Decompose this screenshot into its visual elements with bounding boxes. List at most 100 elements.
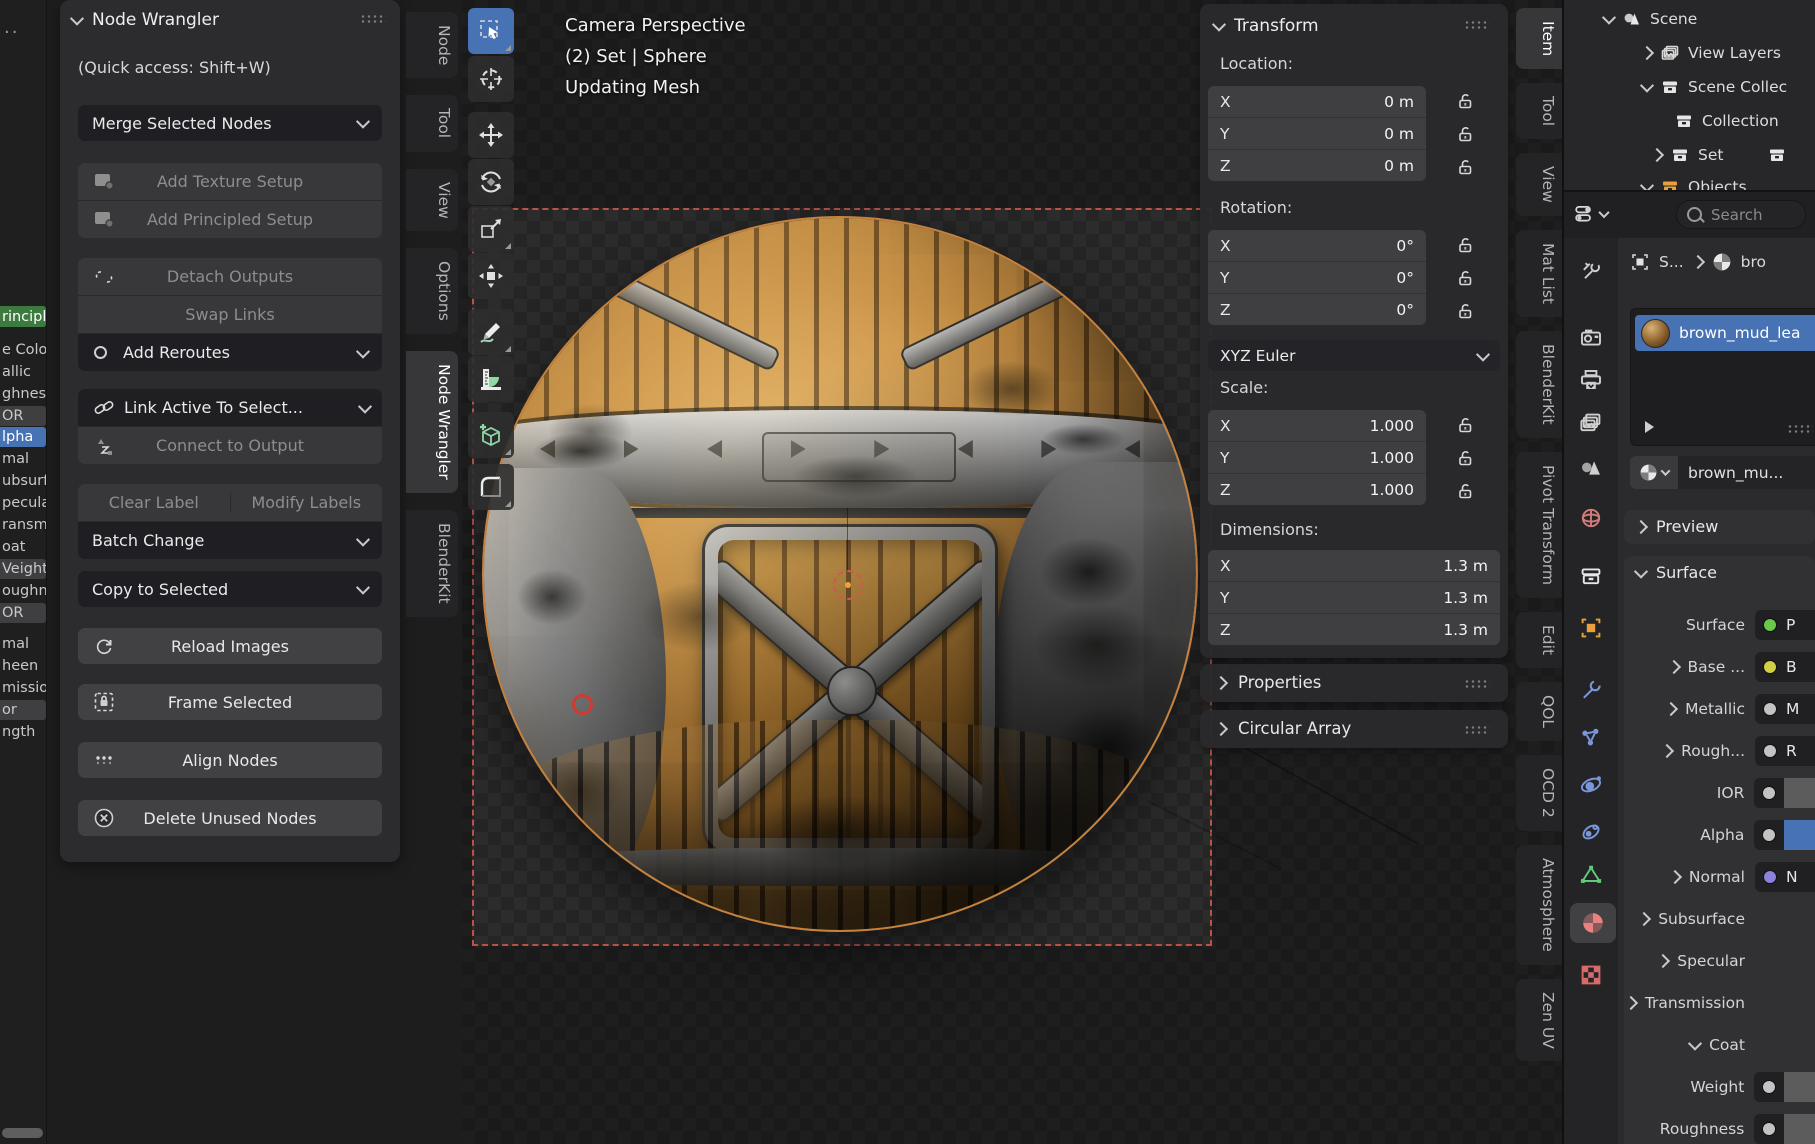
move-tool-button[interactable] — [468, 112, 514, 158]
rotate-tool-button[interactable] — [468, 159, 514, 205]
expander-icon[interactable] — [1688, 1037, 1702, 1051]
node-socket-label[interactable]: oat — [0, 536, 46, 558]
value-field[interactable] — [1784, 1114, 1815, 1144]
rotation-mode-dropdown[interactable]: XYZ Euler — [1208, 340, 1500, 371]
n-panel-tab[interactable]: Edit — [1516, 612, 1562, 668]
connect-to-output-button[interactable]: Connect to Output — [78, 426, 382, 464]
node-socket-label[interactable]: pecular — [0, 492, 46, 514]
tab-scene[interactable] — [1576, 453, 1606, 483]
node-socket-label[interactable]: OR — [0, 406, 46, 426]
node-editor-scrollbar[interactable] — [2, 1128, 43, 1138]
search-input[interactable] — [1709, 205, 1793, 225]
n-panel-tab[interactable]: Pivot Transform — [1516, 452, 1562, 598]
node-socket-label[interactable]: ubsurfa — [0, 470, 46, 492]
outliner-row-collection[interactable]: Collection — [1674, 106, 1779, 136]
n-panel-tab[interactable]: QOL — [1516, 682, 1562, 741]
detach-outputs-button[interactable]: Detach Outputs — [78, 258, 382, 295]
node-socket-label[interactable] — [0, 624, 46, 633]
surface-property-row[interactable]: Subsurface — [1624, 898, 1815, 940]
rounded-corner-tool-button[interactable] — [468, 464, 514, 510]
align-nodes-button[interactable]: Align Nodes — [78, 742, 382, 778]
surface-property-row[interactable]: Surface P — [1624, 604, 1815, 646]
material-slot-selected[interactable]: brown_mud_lea — [1635, 315, 1815, 351]
surface-property-row[interactable]: Normal N — [1624, 856, 1815, 898]
select-box-tool-button[interactable] — [468, 8, 514, 54]
location-value-slider[interactable]: Z0 m — [1208, 149, 1426, 181]
modify-labels-button[interactable]: Modify Labels — [230, 493, 383, 512]
tab-collection[interactable] — [1576, 561, 1606, 591]
value-field[interactable] — [1784, 820, 1815, 850]
expander-icon[interactable] — [1664, 702, 1678, 716]
reload-images-button[interactable]: Reload Images — [78, 628, 382, 664]
sidebar-tab[interactable]: BlenderKit — [406, 510, 458, 617]
material-slot-list[interactable]: brown_mud_lea — [1630, 308, 1815, 446]
add-principled-setup-button[interactable]: Add Principled Setup — [78, 200, 382, 238]
location-value-slider[interactable]: X0 m — [1208, 86, 1426, 117]
socket-dot-icon[interactable] — [1763, 618, 1777, 632]
tab-particles[interactable] — [1576, 723, 1606, 753]
node-socket-label[interactable]: rincipled — [0, 306, 46, 327]
unlock-icon[interactable] — [1456, 302, 1474, 320]
tab-object-data[interactable] — [1576, 860, 1606, 890]
surface-property-row[interactable]: Rough... R — [1624, 730, 1815, 772]
location-value-slider[interactable]: Y0 m — [1208, 117, 1426, 149]
socket-dot-icon[interactable] — [1763, 744, 1777, 758]
expander-icon[interactable] — [1624, 996, 1638, 1010]
value-field[interactable] — [1784, 1072, 1815, 1102]
preview-panel[interactable]: Preview — [1624, 510, 1815, 544]
node-socket-label[interactable]: mal — [0, 633, 46, 655]
circular-array-collapsed-panel[interactable]: Circular Array — [1200, 710, 1508, 748]
annotate-tool-button[interactable] — [468, 309, 514, 355]
expander-icon[interactable] — [1666, 660, 1680, 674]
n-panel-tab[interactable]: Mat List — [1516, 230, 1562, 317]
tab-material[interactable] — [1570, 903, 1616, 943]
tab-constraints[interactable] — [1576, 817, 1606, 847]
unlock-icon[interactable] — [1456, 269, 1474, 287]
expander-icon[interactable] — [1637, 912, 1651, 926]
measure-tool-button[interactable] — [468, 356, 514, 402]
n-panel-tab[interactable]: Tool — [1516, 83, 1562, 139]
link-active-to-selected-dropdown[interactable]: Link Active To Select... — [78, 389, 382, 426]
surface-property-row[interactable]: Coat — [1624, 1024, 1815, 1066]
node-socket-label[interactable]: ghness — [0, 383, 46, 405]
tab-tool[interactable] — [1576, 256, 1606, 286]
surface-property-row[interactable]: Metallic M — [1624, 688, 1815, 730]
breadcrumb-object[interactable]: S... — [1659, 253, 1684, 271]
scale-value-slider[interactable]: Y1.000 — [1208, 441, 1426, 473]
material-name-field[interactable]: brown_mu... — [1678, 456, 1815, 489]
slot-specials-icon[interactable] — [1645, 421, 1654, 433]
outliner-row-scene-collection[interactable]: Scene Collec — [1642, 72, 1787, 102]
batch-change-dropdown[interactable]: Batch Change — [78, 521, 382, 559]
merge-selected-nodes-dropdown[interactable]: Merge Selected Nodes — [78, 105, 382, 141]
unlock-icon[interactable] — [1456, 416, 1474, 434]
node-socket-label[interactable]: lpha — [0, 427, 46, 447]
clear-label-button[interactable]: Clear Label — [78, 493, 230, 512]
outliner-row-scene[interactable]: Scene — [1604, 4, 1697, 34]
tab-output[interactable] — [1576, 365, 1606, 395]
expander-icon[interactable] — [1660, 744, 1674, 758]
surface-property-row[interactable]: Roughness — [1624, 1108, 1815, 1144]
node-socket-label[interactable]: e Color — [0, 339, 46, 361]
rotation-value-slider[interactable]: Y0° — [1208, 261, 1426, 293]
node-socket-label[interactable]: or — [0, 700, 46, 720]
surface-property-row[interactable]: IOR — [1624, 772, 1815, 814]
scale-tool-button[interactable] — [468, 206, 514, 252]
properties-collapsed-panel[interactable]: Properties — [1200, 664, 1508, 702]
dimension-value-slider[interactable]: Y1.3 m — [1208, 581, 1500, 613]
expander-icon[interactable] — [1656, 954, 1670, 968]
outliner-row-view-layers[interactable]: View Layers — [1642, 38, 1781, 68]
n-panel-tab[interactable]: Zen UV — [1516, 979, 1562, 1062]
surface-panel-header[interactable]: Surface — [1636, 563, 1717, 582]
node-socket-label[interactable]: mal — [0, 448, 46, 470]
n-panel-tab[interactable]: Item — [1516, 8, 1562, 69]
sidebar-tab[interactable]: Tool — [406, 95, 458, 151]
frame-selected-button[interactable]: Frame Selected — [78, 684, 382, 720]
search-field[interactable] — [1676, 200, 1806, 229]
expander-icon[interactable] — [1668, 870, 1682, 884]
node-socket-label[interactable]: Veight — [0, 559, 46, 579]
socket-dot-icon[interactable] — [1762, 1080, 1776, 1094]
n-panel-tab[interactable]: Atmosphere — [1516, 845, 1562, 965]
rotation-value-slider[interactable]: X0° — [1208, 230, 1426, 261]
unlock-icon[interactable] — [1456, 92, 1474, 110]
unlock-icon[interactable] — [1456, 482, 1474, 500]
